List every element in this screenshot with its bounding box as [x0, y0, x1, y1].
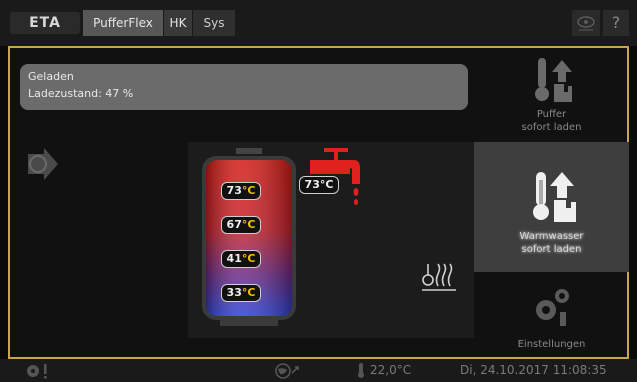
tab-pufferflex[interactable]: PufferFlex	[83, 10, 163, 36]
help-button[interactable]: ?	[603, 10, 629, 36]
bottom-bar: 22,0°C Di, 24.10.2017 11:08:35	[0, 359, 637, 382]
buffer-tank-area: 73°C 67°C 41°C 33°C 73°C	[188, 142, 474, 338]
double-arrow-icon	[28, 148, 58, 180]
tank-temp-bottom: 33°C	[221, 284, 261, 302]
source-switch-button[interactable]	[24, 144, 64, 184]
charge-hot-water-label: Warmwasser	[519, 231, 584, 242]
thermometer-hand-icon	[535, 58, 572, 102]
outdoor-temperature: 22,0°C	[370, 363, 412, 377]
tank-temp-lower-mid: 41°C	[221, 250, 261, 268]
charge-hot-water-label-2: sofort laden	[521, 244, 582, 255]
top-bar: ETA PufferFlex HK Sys ?	[0, 0, 637, 46]
gear-warning-icon[interactable]	[24, 362, 52, 379]
date-time: Di, 24.10.2017 11:08:35	[460, 363, 607, 377]
heating-circuit-icon[interactable]	[420, 262, 456, 292]
eta-logo: ETA	[10, 12, 80, 34]
outlet-temp: 73°C	[299, 176, 339, 194]
charge-level-text: Ladezustand: 47 %	[28, 87, 134, 100]
charge-buffer-label: Puffer	[536, 109, 567, 120]
tank-temp-top: 73°C	[221, 182, 261, 200]
network-globe-icon[interactable]	[274, 361, 300, 380]
eye-alarm-icon	[577, 16, 595, 31]
alarm-button[interactable]	[572, 10, 600, 36]
charge-buffer-label-2: sofort laden	[521, 122, 582, 133]
charge-buffer-now-button[interactable]: Puffer sofort laden	[474, 48, 629, 138]
thermometer-hand-icon	[533, 172, 576, 222]
tab-hk[interactable]: HK	[164, 10, 192, 36]
settings-label: Einstellungen	[517, 339, 586, 350]
gears-icon	[536, 289, 569, 326]
status-text: Geladen	[28, 70, 74, 83]
settings-button[interactable]: Einstellungen	[474, 276, 629, 358]
main-panel: Geladen Ladezustand: 47 % 73°C 67°C 41°C…	[8, 46, 629, 359]
tank-temp-upper-mid: 67°C	[221, 216, 261, 234]
outdoor-thermometer-icon	[358, 363, 364, 378]
charge-hot-water-now-button[interactable]: Warmwasser sofort laden	[474, 142, 629, 272]
tab-sys[interactable]: Sys	[193, 10, 235, 36]
status-box: Geladen Ladezustand: 47 %	[20, 64, 468, 110]
